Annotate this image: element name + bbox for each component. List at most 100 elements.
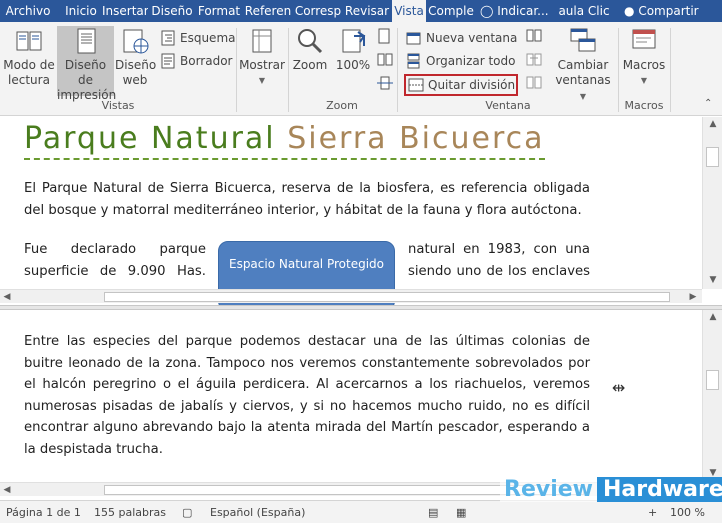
scroll-thumb[interactable] <box>104 292 670 302</box>
read-mode-icon <box>16 31 42 51</box>
print-layout-icon <box>77 28 95 54</box>
borrador-button[interactable]: Borrador <box>158 51 232 71</box>
sync-scroll-icon[interactable] <box>526 52 542 71</box>
group-label-vistas: Vistas <box>101 99 135 112</box>
diseno-impresion-button[interactable]: Diseño de impresión <box>57 26 116 102</box>
person-icon: ● <box>624 4 635 18</box>
scroll-thumb[interactable] <box>706 147 719 167</box>
switch-windows-icon <box>570 28 596 52</box>
read-mode-view-icon[interactable]: ▤ <box>428 506 438 519</box>
paragraph-right-line1: natural en 1983, con una <box>408 242 590 257</box>
group-separator <box>236 28 237 112</box>
esquema-button[interactable]: Esquema <box>158 28 235 48</box>
scroll-left-icon[interactable]: ◀ <box>0 290 14 304</box>
paragraph-left-line1: Fue declarado parque <box>24 242 206 257</box>
diseno-web-button[interactable]: Diseño web <box>115 26 157 96</box>
modo-lectura-button[interactable]: Modo de lectura <box>2 26 56 96</box>
chevron-down-icon: ▼ <box>640 76 648 85</box>
page-width-icon[interactable] <box>377 75 393 94</box>
esquema-label: Esquema <box>180 31 236 45</box>
proofing-icon[interactable]: ▢ <box>182 506 192 519</box>
tab-revisar[interactable]: Revisar <box>344 0 390 22</box>
vertical-scrollbar-top[interactable]: ▲ ▼ <box>702 117 722 289</box>
title-part-green: Parque Natural <box>24 121 288 156</box>
quitar-division-button[interactable]: Quitar división <box>404 74 518 96</box>
reset-window-icon[interactable] <box>526 75 542 94</box>
one-page-icon[interactable] <box>377 28 391 47</box>
tab-complementos[interactable]: Comple <box>428 0 474 22</box>
draft-icon <box>161 53 175 69</box>
tab-diseno[interactable]: Diseño <box>150 0 194 22</box>
paragraph-intro: El Parque Natural de Sierra Bicuerca, re… <box>24 181 590 218</box>
zoom-in-icon[interactable]: + <box>648 506 657 519</box>
document-pane-top[interactable]: Parque Natural Sierra Bicuerca El Parque… <box>0 117 722 305</box>
remove-split-icon <box>408 78 424 92</box>
tab-insertar[interactable]: Insertar <box>102 0 148 22</box>
cambiar-ventanas-button[interactable]: Cambiar ventanas ▼ <box>552 26 614 101</box>
share-label: Compartir <box>638 4 699 18</box>
ribbon: Modo de lectura Diseño de impresión Dise… <box>0 22 722 116</box>
nueva-ventana-button[interactable]: Nueva ventana <box>404 28 517 48</box>
scroll-right-icon[interactable]: ▶ <box>686 290 700 304</box>
group-label-macros: Macros <box>624 99 664 112</box>
scroll-down-icon[interactable]: ▼ <box>706 273 720 287</box>
vertical-scrollbar-bottom[interactable]: ▲ ▼ <box>702 310 722 482</box>
tab-correspondencia[interactable]: Corresp <box>294 0 342 22</box>
paragraph-species: Entre las especies del parque podemos de… <box>24 334 590 457</box>
share-button[interactable]: ● Compartir <box>618 0 722 22</box>
account-name[interactable]: aula Clic <box>556 0 612 22</box>
modo-lectura-label: Modo de lectura <box>3 58 55 87</box>
document-title: Parque Natural Sierra Bicuerca <box>24 120 545 160</box>
quitar-division-label: Quitar división <box>428 78 516 92</box>
scroll-up-icon[interactable]: ▲ <box>706 117 720 131</box>
horizontal-scrollbar-top[interactable]: ◀ ▶ <box>0 289 702 303</box>
show-icon <box>252 29 272 53</box>
ribbon-tab-bar: Archivo Inicio Insertar Diseño Format Re… <box>0 0 722 22</box>
title-part-brown: Sierra Bicuerca <box>287 121 545 156</box>
organizar-todo-label: Organizar todo <box>426 54 516 68</box>
text-cursor-icon: ⇹ <box>612 378 626 397</box>
word-count[interactable]: 155 palabras <box>94 506 166 519</box>
chevron-down-icon: ▼ <box>258 76 266 85</box>
print-layout-view-icon[interactable]: ▦ <box>456 506 466 519</box>
macros-icon <box>632 29 656 49</box>
tab-formato[interactable]: Format <box>196 0 242 22</box>
scroll-up-icon[interactable]: ▲ <box>706 310 720 324</box>
zoom-100-button[interactable]: 100% <box>334 26 372 96</box>
paragraph-left-line2: superficie de 9.090 Has. <box>24 264 206 279</box>
scroll-thumb[interactable] <box>706 370 719 390</box>
zoom-label: Zoom <box>292 58 328 72</box>
nueva-ventana-label: Nueva ventana <box>426 31 518 45</box>
page-count[interactable]: Página 1 de 1 <box>6 506 81 519</box>
watermark-part2: Hardware <box>597 477 722 502</box>
group-label-zoom: Zoom <box>326 99 358 112</box>
tab-vista[interactable]: Vista <box>392 0 426 22</box>
zoom-level[interactable]: 100 % <box>670 506 705 519</box>
magnifier-icon <box>298 29 323 54</box>
lightbulb-icon: ◯ <box>480 4 494 18</box>
organizar-todo-button[interactable]: Organizar todo <box>404 51 515 71</box>
watermark-part1: Review <box>500 477 597 502</box>
group-separator <box>670 28 671 112</box>
language-status[interactable]: Español (España) <box>210 506 305 519</box>
zoom-100-label: 100% <box>335 58 371 72</box>
macros-button[interactable]: Macros ▼ <box>620 26 668 96</box>
document-pane-bottom[interactable]: Entre las especies del parque podemos de… <box>0 310 722 500</box>
collapse-ribbon-icon[interactable]: ⌃ <box>704 98 712 109</box>
outline-icon <box>161 30 175 46</box>
mostrar-button[interactable]: Mostrar ▼ <box>238 26 286 96</box>
web-layout-icon <box>123 29 149 54</box>
scroll-left-icon[interactable]: ◀ <box>0 483 14 497</box>
tell-me-search[interactable]: ◯ Indicar... <box>480 0 552 22</box>
diseno-impresion-label: Diseño de impresión <box>57 58 117 102</box>
diseno-web-label: Diseño web <box>115 58 157 87</box>
group-label-ventana: Ventana <box>485 99 531 112</box>
multiple-pages-icon[interactable] <box>377 52 393 71</box>
zoom-button[interactable]: Zoom <box>290 26 330 96</box>
tab-inicio[interactable]: Inicio <box>62 0 100 22</box>
tab-referencias[interactable]: Referen <box>244 0 292 22</box>
tab-archivo[interactable]: Archivo <box>0 0 56 22</box>
cambiar-ventanas-label: Cambiar ventanas <box>555 58 611 87</box>
view-side-by-side-icon[interactable] <box>526 28 542 47</box>
borrador-label: Borrador <box>180 54 233 68</box>
